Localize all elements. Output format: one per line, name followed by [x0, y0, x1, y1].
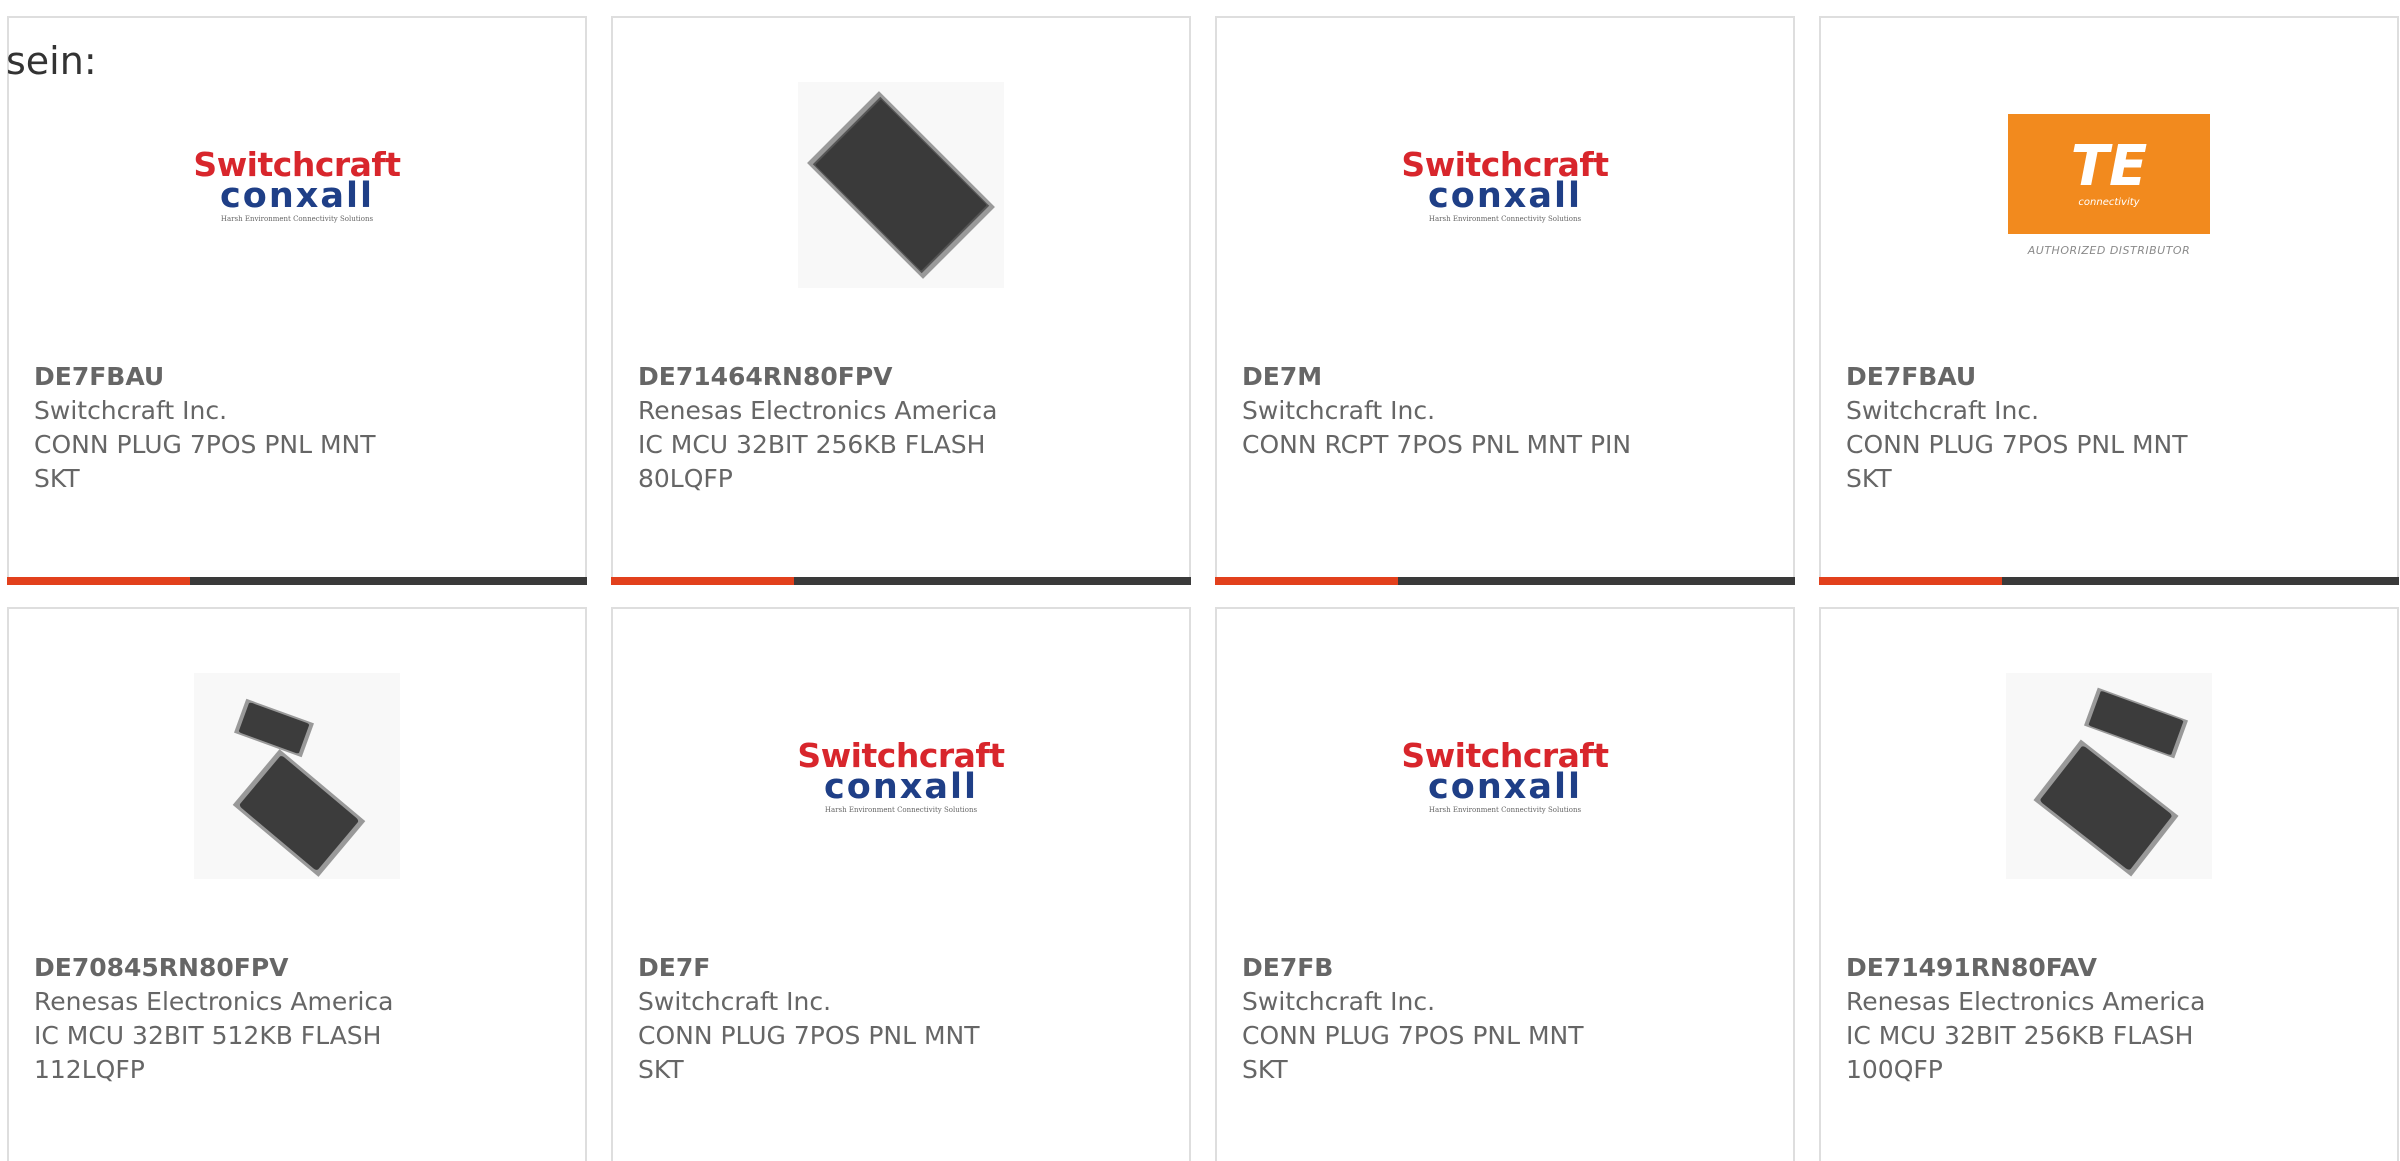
part-number-link[interactable]: DE7FBAU [1846, 360, 2237, 394]
description: IC MCU 32BIT 512KB FLASH 112LQFP [34, 1021, 382, 1084]
logo-tagline: Harsh Environment Connectivity Solutions [1428, 214, 1582, 223]
product-image[interactable] [1821, 673, 2397, 879]
part-number-link[interactable]: DE71491RN80FAV [1846, 951, 2237, 985]
intro-text: sein: [6, 39, 97, 83]
product-page: sein: Switchcraft conxall Harsh Environm… [0, 0, 2400, 1161]
product-image[interactable] [613, 82, 1189, 288]
manufacturer: Switchcraft Inc. [34, 396, 228, 425]
card-bottom-bar [1819, 577, 2399, 585]
switchcraft-logo: Switchcraft conxall Harsh Environment Co… [192, 148, 402, 223]
product-info: DE71464RN80FPV Renesas Electronics Ameri… [638, 360, 1029, 496]
product-image[interactable]: TE connectivity AUTHORIZED DISTRIBUTOR [1821, 82, 2397, 288]
description: CONN RCPT 7POS PNL MNT PIN [1242, 430, 1632, 459]
bar-accent [1819, 577, 2002, 585]
manufacturer: Switchcraft Inc. [1242, 396, 1436, 425]
product-info: DE70845RN80FPV Renesas Electronics Ameri… [34, 951, 425, 1087]
product-card[interactable]: Switchcraft conxall Harsh Environment Co… [7, 16, 587, 585]
manufacturer: Renesas Electronics America [638, 396, 998, 425]
switchcraft-logo: Switchcraft conxall Harsh Environment Co… [1400, 739, 1610, 814]
product-info: DE71491RN80FAV Renesas Electronics Ameri… [1846, 951, 2237, 1087]
te-connectivity-logo: TE connectivity AUTHORIZED DISTRIBUTOR [2008, 113, 2210, 257]
logo-tagline: Harsh Environment Connectivity Solutions [824, 805, 978, 814]
logo-text-middle: conxall [1428, 175, 1582, 216]
bar-accent [611, 577, 794, 585]
switchcraft-logo: Switchcraft conxall Harsh Environment Co… [796, 739, 1006, 814]
logo-text-middle: conxall [220, 175, 374, 216]
manufacturer: Renesas Electronics America [1846, 987, 2206, 1016]
product-card[interactable]: DE71464RN80FPV Renesas Electronics Ameri… [611, 16, 1191, 585]
te-logo-box: TE connectivity [2008, 113, 2210, 234]
part-number-link[interactable]: DE70845RN80FPV [34, 951, 425, 985]
part-number-link[interactable]: DE71464RN80FPV [638, 360, 1029, 394]
te-logo-caption: AUTHORIZED DISTRIBUTOR [2027, 243, 2191, 257]
bar-accent [7, 577, 190, 585]
product-card[interactable]: Switchcraft conxall Harsh Environment Co… [611, 607, 1191, 1161]
product-image[interactable]: Switchcraft conxall Harsh Environment Co… [9, 82, 585, 288]
bar-accent [1215, 577, 1398, 585]
product-image[interactable] [9, 673, 585, 879]
chip-icon [798, 82, 1004, 288]
chip-icon [194, 673, 400, 879]
manufacturer: Switchcraft Inc. [1242, 987, 1436, 1016]
logo-tagline: Harsh Environment Connectivity Solutions [220, 214, 374, 223]
logo-text-middle: conxall [1428, 766, 1582, 807]
part-number-link[interactable]: DE7FBAU [34, 360, 425, 394]
switchcraft-logo: Switchcraft conxall Harsh Environment Co… [1400, 148, 1610, 223]
product-image[interactable]: Switchcraft conxall Harsh Environment Co… [1217, 673, 1793, 879]
product-info: DE7M Switchcraft Inc. CONN RCPT 7POS PNL… [1242, 360, 1633, 462]
description: CONN PLUG 7POS PNL MNT SKT [1846, 430, 2188, 493]
product-info: DE7FBAU Switchcraft Inc. CONN PLUG 7POS … [1846, 360, 2237, 496]
product-card[interactable]: Switchcraft conxall Harsh Environment Co… [1215, 16, 1795, 585]
description: IC MCU 32BIT 256KB FLASH 100QFP [1846, 1021, 2194, 1084]
product-card[interactable]: DE71491RN80FAV Renesas Electronics Ameri… [1819, 607, 2399, 1161]
te-logo-main: TE [2070, 134, 2148, 199]
description: CONN PLUG 7POS PNL MNT SKT [1242, 1021, 1584, 1084]
product-image[interactable]: Switchcraft conxall Harsh Environment Co… [613, 673, 1189, 879]
part-number-link[interactable]: DE7F [638, 951, 1029, 985]
description: CONN PLUG 7POS PNL MNT SKT [638, 1021, 980, 1084]
product-image[interactable]: Switchcraft conxall Harsh Environment Co… [1217, 82, 1793, 288]
description: IC MCU 32BIT 256KB FLASH 80LQFP [638, 430, 986, 493]
logo-text-middle: conxall [824, 766, 978, 807]
logo-tagline: Harsh Environment Connectivity Solutions [1428, 805, 1582, 814]
card-bottom-bar [7, 577, 587, 585]
manufacturer: Renesas Electronics America [34, 987, 394, 1016]
product-info: DE7FBAU Switchcraft Inc. CONN PLUG 7POS … [34, 360, 425, 496]
product-card[interactable]: Switchcraft conxall Harsh Environment Co… [1215, 607, 1795, 1161]
product-grid: Switchcraft conxall Harsh Environment Co… [7, 16, 2400, 1161]
card-bottom-bar [1215, 577, 1795, 585]
product-card[interactable]: TE connectivity AUTHORIZED DISTRIBUTOR D… [1819, 16, 2399, 585]
description: CONN PLUG 7POS PNL MNT SKT [34, 430, 376, 493]
part-number-link[interactable]: DE7FB [1242, 951, 1633, 985]
card-bottom-bar [611, 577, 1191, 585]
manufacturer: Switchcraft Inc. [638, 987, 832, 1016]
product-card[interactable]: DE70845RN80FPV Renesas Electronics Ameri… [7, 607, 587, 1161]
part-number-link[interactable]: DE7M [1242, 360, 1633, 394]
product-info: DE7F Switchcraft Inc. CONN PLUG 7POS PNL… [638, 951, 1029, 1087]
product-info: DE7FB Switchcraft Inc. CONN PLUG 7POS PN… [1242, 951, 1633, 1087]
chip-icon [2006, 673, 2212, 879]
te-logo-sub: connectivity [2078, 197, 2140, 208]
manufacturer: Switchcraft Inc. [1846, 396, 2040, 425]
